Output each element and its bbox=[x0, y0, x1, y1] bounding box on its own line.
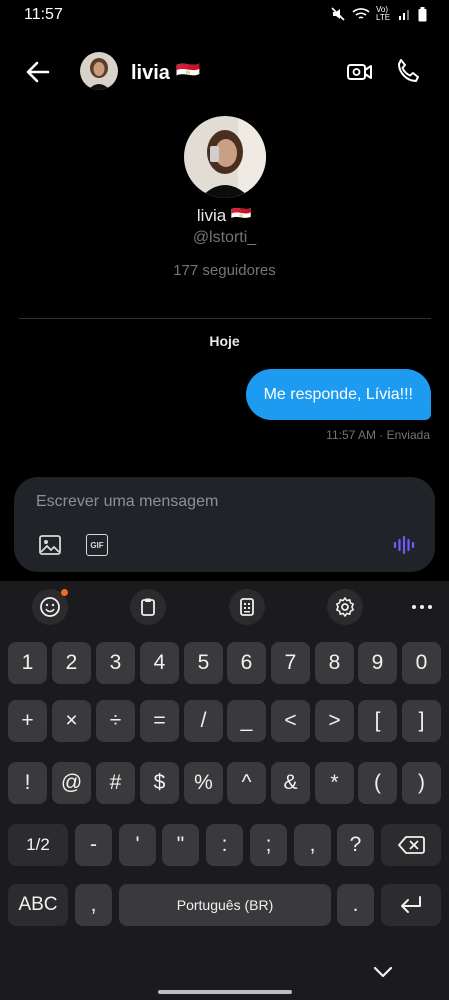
key-less-than[interactable]: < bbox=[271, 700, 310, 742]
backspace-icon bbox=[398, 836, 425, 854]
key-9[interactable]: 9 bbox=[358, 642, 397, 684]
profile-followers[interactable]: 177 seguidores bbox=[0, 262, 449, 279]
gif-label: GIF bbox=[90, 540, 104, 550]
key-1[interactable]: 1 bbox=[8, 642, 47, 684]
clipboard-button[interactable] bbox=[130, 589, 166, 625]
key-period[interactable]: . bbox=[337, 884, 374, 926]
key-caret[interactable]: ^ bbox=[227, 762, 266, 804]
key-slash[interactable]: / bbox=[184, 700, 223, 742]
home-indicator[interactable] bbox=[158, 990, 292, 994]
profile-handle: @lstorti_ bbox=[192, 229, 257, 246]
key-8[interactable]: 8 bbox=[315, 642, 354, 684]
message-bubble[interactable]: Me responde, Lívia!!! bbox=[245, 369, 431, 420]
abc-key[interactable]: ABC bbox=[8, 884, 68, 926]
battery-icon bbox=[418, 6, 427, 21]
key-plus[interactable]: + bbox=[8, 700, 47, 742]
status-icons: Vo) LTE bbox=[330, 6, 427, 22]
status-time: 11:57 bbox=[24, 6, 63, 23]
key-ampersand[interactable]: & bbox=[271, 762, 310, 804]
key-0[interactable]: 0 bbox=[402, 642, 441, 684]
notification-dot bbox=[61, 589, 68, 596]
key-comma-symbol[interactable]: , bbox=[294, 824, 331, 866]
key-6[interactable]: 6 bbox=[227, 642, 266, 684]
more-icon[interactable] bbox=[409, 598, 435, 616]
key-question[interactable]: ? bbox=[337, 824, 374, 866]
key-equals[interactable]: = bbox=[140, 700, 179, 742]
key-exclamation[interactable]: ! bbox=[8, 762, 47, 804]
gif-button[interactable]: GIF bbox=[86, 534, 108, 556]
key-at[interactable]: @ bbox=[52, 762, 91, 804]
key-multiply[interactable]: × bbox=[52, 700, 91, 742]
message-meta: 11:57 AM · Enviada bbox=[326, 428, 430, 442]
key-quote[interactable]: " bbox=[162, 824, 199, 866]
settings-button[interactable] bbox=[327, 589, 363, 625]
key-dollar[interactable]: $ bbox=[140, 762, 179, 804]
key-asterisk[interactable]: * bbox=[315, 762, 354, 804]
divider bbox=[19, 318, 431, 319]
key-semicolon[interactable]: ; bbox=[250, 824, 287, 866]
space-key[interactable]: Português (BR) bbox=[119, 884, 331, 926]
key-7[interactable]: 7 bbox=[271, 642, 310, 684]
image-icon[interactable] bbox=[38, 533, 62, 557]
key-colon[interactable]: : bbox=[206, 824, 243, 866]
header-avatar[interactable] bbox=[80, 52, 118, 90]
key-4[interactable]: 4 bbox=[140, 642, 179, 684]
key-right-paren[interactable]: ) bbox=[402, 762, 441, 804]
network-label: Vo) LTE bbox=[376, 5, 391, 22]
message-composer: GIF bbox=[14, 477, 435, 572]
key-percent[interactable]: % bbox=[184, 762, 223, 804]
key-apostrophe[interactable]: ' bbox=[119, 824, 156, 866]
key-2[interactable]: 2 bbox=[52, 642, 91, 684]
key-right-bracket[interactable]: ] bbox=[402, 700, 441, 742]
key-comma[interactable]: , bbox=[75, 884, 112, 926]
key-greater-than[interactable]: > bbox=[315, 700, 354, 742]
backspace-key[interactable] bbox=[381, 824, 441, 866]
settings-icon bbox=[336, 597, 354, 617]
wifi-icon bbox=[352, 8, 370, 19]
key-underscore[interactable]: _ bbox=[227, 700, 266, 742]
date-separator: Hoje bbox=[209, 333, 240, 349]
enter-key[interactable] bbox=[381, 884, 441, 926]
header-name[interactable]: livia 🇪🇬 bbox=[131, 60, 200, 85]
mute-icon bbox=[331, 7, 345, 21]
key-hyphen[interactable]: - bbox=[75, 824, 112, 866]
key-left-bracket[interactable]: [ bbox=[358, 700, 397, 742]
phone-call-icon[interactable] bbox=[394, 57, 422, 85]
profile-name: livia 🇪🇬 bbox=[196, 206, 253, 225]
message-input[interactable] bbox=[36, 491, 396, 513]
key-5[interactable]: 5 bbox=[184, 642, 223, 684]
video-call-icon[interactable] bbox=[346, 58, 374, 86]
signal-icon bbox=[399, 10, 409, 20]
key-3[interactable]: 3 bbox=[96, 642, 135, 684]
enter-icon bbox=[401, 896, 421, 913]
key-left-paren[interactable]: ( bbox=[358, 762, 397, 804]
profile-avatar[interactable] bbox=[184, 116, 266, 198]
key-hash[interactable]: # bbox=[96, 762, 135, 804]
voice-message-icon[interactable] bbox=[392, 533, 416, 557]
key-divide[interactable]: ÷ bbox=[96, 700, 135, 742]
key-page-toggle[interactable]: 1/2 bbox=[8, 824, 68, 866]
keypad-icon bbox=[240, 598, 254, 616]
emoji-icon bbox=[40, 597, 60, 617]
back-arrow-icon[interactable] bbox=[24, 58, 52, 86]
clipboard-icon bbox=[141, 598, 155, 616]
hide-keyboard-icon[interactable] bbox=[371, 962, 395, 982]
keypad-button[interactable] bbox=[229, 589, 265, 625]
